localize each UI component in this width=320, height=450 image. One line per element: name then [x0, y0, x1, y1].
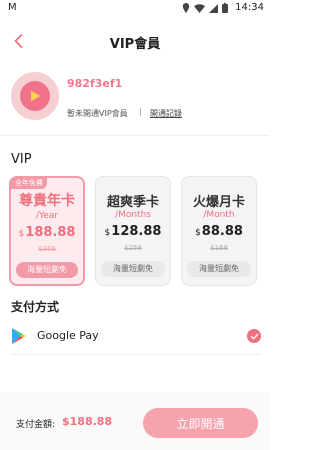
wifi-icon [194, 3, 205, 13]
total-label: 支付金額: [16, 420, 56, 430]
selected-check[interactable] [247, 329, 261, 343]
plan-name: 超爽季卡 [106, 195, 159, 210]
plan-perk: 海量短劇免 [101, 261, 165, 277]
plan-price-value: 188.88 [25, 225, 76, 240]
plan-price: $88.88 [182, 224, 256, 239]
plan-price-value: 88.88 [201, 224, 243, 239]
plan-price: $188.88 [11, 225, 83, 240]
plan-card-yearly[interactable]: 全年免費 尊貴年卡 /Year $188.88 $366 海量短劇免 [9, 176, 85, 286]
payment-method-label: Google Pay [37, 329, 99, 342]
signal-icon [209, 3, 218, 13]
divider [11, 354, 261, 355]
check-icon [250, 333, 258, 339]
status-bar: M 14:34 [0, 0, 270, 18]
checkout-bar: 支付金額: $188.88 立即開通 [0, 392, 270, 450]
plan-original-price: $366 [38, 245, 56, 253]
battery-icon [222, 3, 228, 13]
vip-section-title: VIP [11, 152, 32, 167]
plan-name: 火爆月卡 [192, 195, 245, 210]
plan-name: 尊貴年卡 [19, 193, 75, 209]
plan-card-monthly[interactable]: 火爆月卡 /Month $88.88 $168 海量短劇免 [181, 176, 257, 286]
plan-perk: 海量短劇免 [187, 261, 251, 277]
status-time: 14:34 [235, 2, 264, 13]
username: 982f3ef1 [67, 77, 123, 90]
location-icon [182, 3, 190, 13]
plan-price-value: 128.88 [111, 224, 162, 239]
nav-bar: VIP會員 [0, 24, 270, 58]
plan-currency: $ [195, 228, 201, 238]
payment-option-google-pay[interactable]: Google Pay [11, 322, 261, 350]
plan-card-quarterly[interactable]: 超爽季卡 /Months $128.88 $258 海量短劇免 [95, 176, 171, 286]
google-play-icon [12, 328, 26, 344]
play-icon [31, 90, 40, 102]
separator: | [139, 107, 142, 116]
plan-currency: $ [104, 228, 111, 238]
plan-period: /Year [35, 211, 59, 221]
plan-period: /Month [203, 210, 235, 220]
plan-price: $128.88 [96, 224, 170, 239]
plan-currency: $ [18, 229, 25, 239]
activate-now-button[interactable]: 立即開通 [143, 408, 258, 438]
avatar [11, 72, 59, 120]
plan-original-price: $168 [210, 244, 228, 252]
plan-original-price: $258 [124, 244, 142, 252]
vip-status-text: 暫未開通VIP會員 [67, 109, 128, 118]
status-indicator: M [8, 2, 17, 13]
divider [0, 135, 270, 136]
plan-perk: 海量短劇免 [16, 262, 78, 278]
payment-section-title: 支付方式 [11, 300, 60, 314]
page-title: VIP會員 [109, 37, 161, 52]
plan-badge: 全年免費 [11, 177, 47, 189]
plan-period: /Months [115, 210, 151, 220]
total-amount: $188.88 [62, 415, 113, 428]
activation-history-link[interactable]: 開通記錄 [150, 108, 182, 119]
